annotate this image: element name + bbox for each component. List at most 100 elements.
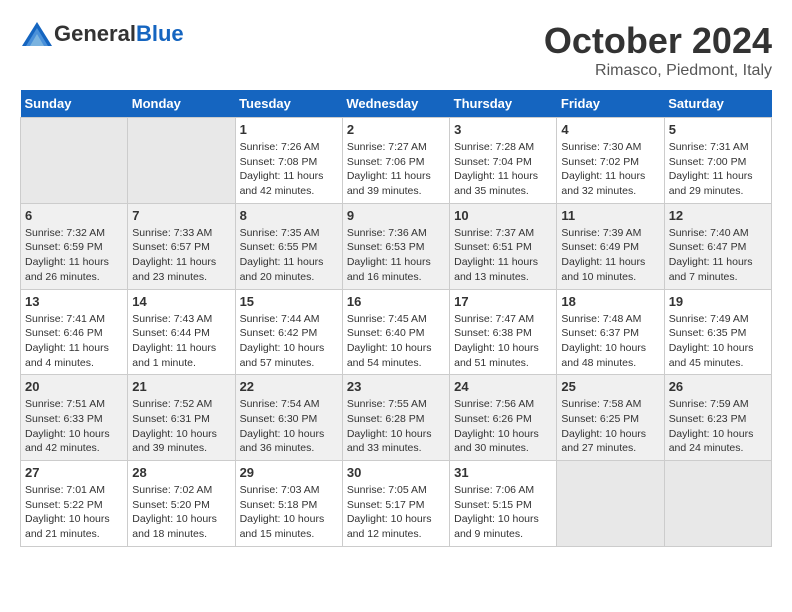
header-saturday: Saturday	[664, 90, 771, 118]
day-info: Sunrise: 7:44 AMSunset: 6:42 PMDaylight:…	[240, 312, 338, 371]
location: Rimasco, Piedmont, Italy	[544, 62, 772, 80]
logo-icon	[20, 20, 54, 48]
table-row	[21, 118, 128, 204]
header-thursday: Thursday	[450, 90, 557, 118]
day-info: Sunrise: 7:59 AMSunset: 6:23 PMDaylight:…	[669, 397, 767, 456]
day-info: Sunrise: 7:35 AMSunset: 6:55 PMDaylight:…	[240, 226, 338, 285]
table-row: 28Sunrise: 7:02 AMSunset: 5:20 PMDayligh…	[128, 461, 235, 547]
table-row: 22 Sunrise: 7:54 AMSunset: 6:30 PMDayligh…	[235, 375, 342, 461]
table-row: 6 Sunrise: 7:32 AMSunset: 6:59 PMDaylight…	[21, 203, 128, 289]
title-area: October 2024 Rimasco, Piedmont, Italy	[544, 20, 772, 80]
day-info: Sunrise: 7:39 AMSunset: 6:49 PMDaylight:…	[561, 226, 659, 285]
day-info: Sunrise: 7:28 AMSunset: 7:04 PMDaylight:…	[454, 140, 552, 199]
day-info: Sunrise: 7:33 AMSunset: 6:57 PMDaylight:…	[132, 226, 230, 285]
month-title: October 2024	[544, 20, 772, 62]
day-info: Sunrise: 7:58 AMSunset: 6:25 PMDaylight:…	[561, 397, 659, 456]
calendar-table: Sunday Monday Tuesday Wednesday Thursday…	[20, 90, 772, 547]
day-info: Sunrise: 7:48 AMSunset: 6:37 PMDaylight:…	[561, 312, 659, 371]
table-row: 1Sunrise: 7:26 AMSunset: 7:08 PMDaylight…	[235, 118, 342, 204]
day-number: 24	[454, 379, 552, 394]
day-number: 5	[669, 122, 767, 137]
table-row: 23 Sunrise: 7:55 AMSunset: 6:28 PMDayligh…	[342, 375, 449, 461]
day-number: 8	[240, 208, 338, 223]
day-number: 22	[240, 379, 338, 394]
day-number: 2	[347, 122, 445, 137]
day-number: 23	[347, 379, 445, 394]
day-number: 19	[669, 294, 767, 309]
header-monday: Monday	[128, 90, 235, 118]
day-number: 26	[669, 379, 767, 394]
day-number: 27	[25, 465, 123, 480]
day-number: 10	[454, 208, 552, 223]
day-number: 7	[132, 208, 230, 223]
day-info: Sunrise: 7:45 AMSunset: 6:40 PMDaylight:…	[347, 312, 445, 371]
day-number: 1	[240, 122, 338, 137]
day-number: 9	[347, 208, 445, 223]
table-row: 21Sunrise: 7:52 AMSunset: 6:31 PMDayligh…	[128, 375, 235, 461]
table-row: 4Sunrise: 7:30 AMSunset: 7:02 PMDaylight…	[557, 118, 664, 204]
table-row: 5 Sunrise: 7:31 AMSunset: 7:00 PMDaylight…	[664, 118, 771, 204]
day-info: Sunrise: 7:43 AMSunset: 6:44 PMDaylight:…	[132, 312, 230, 371]
day-info: Sunrise: 7:54 AMSunset: 6:30 PMDaylight:…	[240, 397, 338, 456]
table-row: 15 Sunrise: 7:44 AMSunset: 6:42 PMDayligh…	[235, 289, 342, 375]
day-number: 12	[669, 208, 767, 223]
header-friday: Friday	[557, 90, 664, 118]
table-row: 27 Sunrise: 7:01 AMSunset: 5:22 PMDayligh…	[21, 461, 128, 547]
day-info: Sunrise: 7:55 AMSunset: 6:28 PMDaylight:…	[347, 397, 445, 456]
day-number: 18	[561, 294, 659, 309]
table-row: 17Sunrise: 7:47 AMSunset: 6:38 PMDayligh…	[450, 289, 557, 375]
page-header: GeneralBlue October 2024 Rimasco, Piedmo…	[20, 20, 772, 80]
calendar-week-row: 6 Sunrise: 7:32 AMSunset: 6:59 PMDaylight…	[21, 203, 772, 289]
day-number: 15	[240, 294, 338, 309]
calendar-week-row: 13Sunrise: 7:41 AMSunset: 6:46 PMDayligh…	[21, 289, 772, 375]
day-info: Sunrise: 7:01 AMSunset: 5:22 PMDaylight:…	[25, 483, 123, 542]
day-number: 20	[25, 379, 123, 394]
day-number: 6	[25, 208, 123, 223]
day-number: 30	[347, 465, 445, 480]
calendar-week-row: 1Sunrise: 7:26 AMSunset: 7:08 PMDaylight…	[21, 118, 772, 204]
day-number: 16	[347, 294, 445, 309]
table-row: 20 Sunrise: 7:51 AMSunset: 6:33 PMDayligh…	[21, 375, 128, 461]
header-sunday: Sunday	[21, 90, 128, 118]
header-tuesday: Tuesday	[235, 90, 342, 118]
day-number: 13	[25, 294, 123, 309]
logo: GeneralBlue	[20, 20, 184, 48]
table-row: 18 Sunrise: 7:48 AMSunset: 6:37 PMDayligh…	[557, 289, 664, 375]
day-info: Sunrise: 7:37 AMSunset: 6:51 PMDaylight:…	[454, 226, 552, 285]
day-info: Sunrise: 7:52 AMSunset: 6:31 PMDaylight:…	[132, 397, 230, 456]
day-info: Sunrise: 7:06 AMSunset: 5:15 PMDaylight:…	[454, 483, 552, 542]
day-info: Sunrise: 7:40 AMSunset: 6:47 PMDaylight:…	[669, 226, 767, 285]
day-info: Sunrise: 7:03 AMSunset: 5:18 PMDaylight:…	[240, 483, 338, 542]
day-info: Sunrise: 7:27 AMSunset: 7:06 PMDaylight:…	[347, 140, 445, 199]
day-info: Sunrise: 7:56 AMSunset: 6:26 PMDaylight:…	[454, 397, 552, 456]
table-row	[128, 118, 235, 204]
day-number: 11	[561, 208, 659, 223]
table-row: 30 Sunrise: 7:05 AMSunset: 5:17 PMDayligh…	[342, 461, 449, 547]
table-row: 16 Sunrise: 7:45 AMSunset: 6:40 PMDayligh…	[342, 289, 449, 375]
weekday-header-row: Sunday Monday Tuesday Wednesday Thursday…	[21, 90, 772, 118]
table-row: 26 Sunrise: 7:59 AMSunset: 6:23 PMDayligh…	[664, 375, 771, 461]
day-info: Sunrise: 7:51 AMSunset: 6:33 PMDaylight:…	[25, 397, 123, 456]
table-row	[664, 461, 771, 547]
day-info: Sunrise: 7:32 AMSunset: 6:59 PMDaylight:…	[25, 226, 123, 285]
day-info: Sunrise: 7:05 AMSunset: 5:17 PMDaylight:…	[347, 483, 445, 542]
table-row: 12 Sunrise: 7:40 AMSunset: 6:47 PMDayligh…	[664, 203, 771, 289]
table-row: 2 Sunrise: 7:27 AMSunset: 7:06 PMDaylight…	[342, 118, 449, 204]
day-number: 25	[561, 379, 659, 394]
table-row: 24 Sunrise: 7:56 AMSunset: 6:26 PMDayligh…	[450, 375, 557, 461]
table-row: 8 Sunrise: 7:35 AMSunset: 6:55 PMDaylight…	[235, 203, 342, 289]
table-row: 9 Sunrise: 7:36 AMSunset: 6:53 PMDaylight…	[342, 203, 449, 289]
table-row: 25 Sunrise: 7:58 AMSunset: 6:25 PMDayligh…	[557, 375, 664, 461]
day-info: Sunrise: 7:02 AMSunset: 5:20 PMDaylight:…	[132, 483, 230, 542]
day-info: Sunrise: 7:47 AMSunset: 6:38 PMDaylight:…	[454, 312, 552, 371]
day-number: 4	[561, 122, 659, 137]
table-row: 19Sunrise: 7:49 AMSunset: 6:35 PMDayligh…	[664, 289, 771, 375]
calendar-week-row: 20 Sunrise: 7:51 AMSunset: 6:33 PMDayligh…	[21, 375, 772, 461]
day-number: 31	[454, 465, 552, 480]
logo-text: GeneralBlue	[54, 21, 184, 47]
day-info: Sunrise: 7:36 AMSunset: 6:53 PMDaylight:…	[347, 226, 445, 285]
day-info: Sunrise: 7:31 AMSunset: 7:00 PMDaylight:…	[669, 140, 767, 199]
table-row: 31 Sunrise: 7:06 AMSunset: 5:15 PMDayligh…	[450, 461, 557, 547]
table-row: 29Sunrise: 7:03 AMSunset: 5:18 PMDayligh…	[235, 461, 342, 547]
calendar-week-row: 27 Sunrise: 7:01 AMSunset: 5:22 PMDayligh…	[21, 461, 772, 547]
